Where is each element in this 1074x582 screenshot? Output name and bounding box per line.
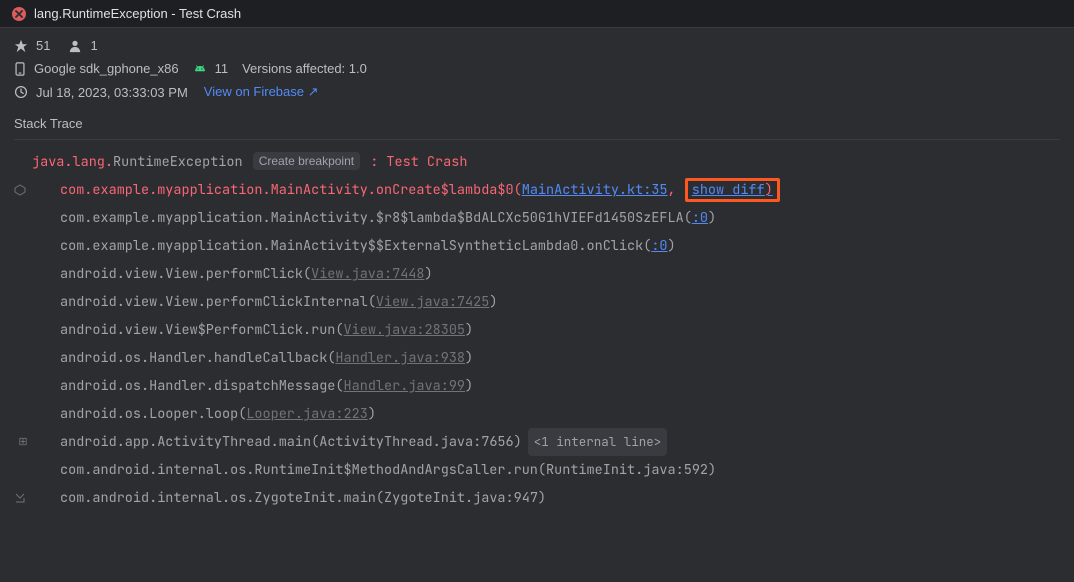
meta-block: 51 1 Google sdk_gphone_x86 11 Versions a… (0, 28, 1074, 112)
stack-frame: android.os.Handler.handleCallback(Handle… (14, 344, 1060, 372)
user-icon (68, 39, 82, 53)
firebase-link[interactable]: View on Firebase ↗ (204, 84, 319, 100)
source-link[interactable]: Looper.java:223 (246, 405, 368, 423)
external-link-icon: ↗ (308, 84, 319, 99)
crash-icon (14, 39, 28, 53)
frame-text: android.os.Looper.loop(Looper.java:223) (32, 400, 376, 428)
frame-text: com.example.myapplication.MainActivity.o… (32, 176, 780, 204)
device-name: Google sdk_gphone_x86 (34, 61, 179, 76)
stack-frame: com.android.internal.os.ZygoteInit.main(… (14, 484, 1060, 512)
exception-class: RuntimeException (113, 153, 243, 171)
source-link[interactable]: Handler.java:938 (335, 349, 465, 367)
gutter-icon[interactable] (14, 492, 32, 504)
source-link[interactable]: View.java:7425 (376, 293, 489, 311)
stack-frame: ⊞android.app.ActivityThread.main(Activit… (14, 428, 1060, 456)
device-icon (14, 62, 26, 76)
stack-frame: android.view.View.performClick(View.java… (14, 260, 1060, 288)
versions-affected: Versions affected: 1.0 (242, 61, 367, 76)
exception-message: Test Crash (386, 153, 467, 171)
section-label: Stack Trace (0, 112, 1074, 135)
stack-frame: com.example.myapplication.MainActivity.$… (14, 204, 1060, 232)
stack-frame: android.os.Looper.loop(Looper.java:223) (14, 400, 1060, 428)
api-level: 11 (215, 61, 229, 76)
source-link[interactable]: Handler.java:99 (344, 377, 466, 395)
frame-text: com.android.internal.os.ZygoteInit.main(… (32, 484, 546, 512)
gutter-icon[interactable] (14, 184, 32, 196)
frame-text: com.example.myapplication.MainActivity$$… (32, 232, 676, 260)
create-breakpoint-button[interactable]: Create breakpoint (253, 152, 360, 170)
source-link[interactable]: :0 (651, 237, 667, 255)
stack-frame: com.android.internal.os.RuntimeInit$Meth… (14, 456, 1060, 484)
clock-icon (14, 85, 28, 99)
frame-text: android.os.Handler.dispatchMessage(Handl… (32, 372, 473, 400)
exception-package: java.lang. (32, 153, 113, 171)
frame-text: android.app.ActivityThread.main(Activity… (32, 428, 667, 456)
source-link[interactable]: :0 (692, 209, 708, 227)
stack-frame: android.view.View$PerformClick.run(View.… (14, 316, 1060, 344)
counts-row: 51 1 (14, 38, 1060, 53)
android-icon (193, 62, 207, 76)
internal-lines-badge[interactable]: <1 internal line> (528, 428, 668, 456)
source-link[interactable]: MainActivity.kt:35 (522, 181, 668, 199)
source-link: ZygoteInit.java:947 (384, 489, 538, 507)
device-row: Google sdk_gphone_x86 11 Versions affect… (14, 61, 1060, 76)
frame-text: com.example.myapplication.MainActivity.$… (32, 204, 716, 232)
stack-trace: java.lang.RuntimeException Create breakp… (0, 148, 1074, 526)
source-link: RuntimeInit.java:592 (546, 461, 708, 479)
stack-frame: com.example.myapplication.MainActivity$$… (14, 232, 1060, 260)
gutter-icon[interactable]: ⊞ (14, 428, 32, 456)
panel-title: lang.RuntimeException - Test Crash (34, 6, 241, 21)
time-row: Jul 18, 2023, 03:33:03 PM View on Fireba… (14, 84, 1060, 100)
source-link: ActivityThread.java:7656 (319, 433, 513, 451)
exception-line: java.lang.RuntimeException Create breakp… (14, 148, 1060, 176)
user-count: 1 (90, 38, 97, 53)
stack-frame: android.view.View.performClickInternal(V… (14, 288, 1060, 316)
source-link[interactable]: View.java:28305 (344, 321, 466, 339)
timestamp: Jul 18, 2023, 03:33:03 PM (36, 85, 188, 100)
crash-count: 51 (36, 38, 50, 53)
divider (14, 139, 1060, 140)
source-link[interactable]: View.java:7448 (311, 265, 424, 283)
show-diff-link[interactable]: show diff) (685, 178, 780, 202)
frame-text: android.view.View.performClick(View.java… (32, 260, 433, 288)
stack-frame: android.os.Handler.dispatchMessage(Handl… (14, 372, 1060, 400)
frame-text: com.android.internal.os.RuntimeInit$Meth… (32, 456, 716, 484)
error-icon (12, 7, 26, 21)
frame-text: android.os.Handler.handleCallback(Handle… (32, 344, 473, 372)
frame-text: android.view.View.performClickInternal(V… (32, 288, 497, 316)
frame-text: android.view.View$PerformClick.run(View.… (32, 316, 473, 344)
stack-frame: com.example.myapplication.MainActivity.o… (14, 176, 1060, 204)
panel-header: lang.RuntimeException - Test Crash (0, 0, 1074, 28)
